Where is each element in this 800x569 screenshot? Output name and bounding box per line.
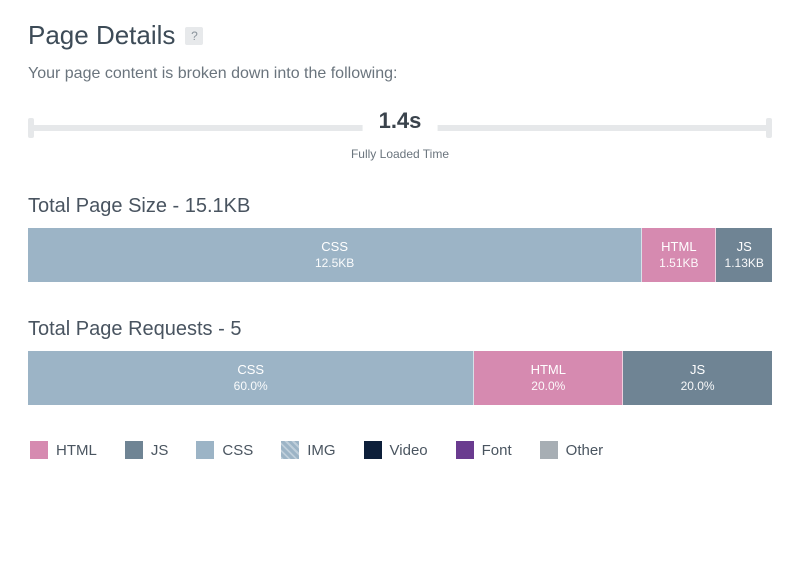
legend-label: Video	[390, 442, 428, 459]
legend-label: Other	[566, 442, 604, 459]
legend-item-font[interactable]: Font	[456, 441, 512, 459]
timeline-end-cap	[766, 118, 772, 138]
bar-segment-css[interactable]: CSS60.0%	[28, 351, 474, 405]
legend-item-html[interactable]: HTML	[30, 441, 97, 459]
legend-swatch	[456, 441, 474, 459]
legend-item-video[interactable]: Video	[364, 441, 428, 459]
segment-value: 60.0%	[234, 379, 268, 394]
legend-label: HTML	[56, 442, 97, 459]
size-section-title: Total Page Size - 15.1KB	[28, 195, 772, 218]
legend-swatch	[125, 441, 143, 459]
segment-label: CSS	[237, 362, 264, 378]
bar-segment-html[interactable]: HTML1.51KB	[642, 228, 716, 282]
bar-segment-js[interactable]: JS20.0%	[623, 351, 772, 405]
page-size-bar: CSS12.5KBHTML1.51KBJS1.13KB	[28, 228, 772, 282]
legend-label: CSS	[222, 442, 253, 459]
requests-section-title: Total Page Requests - 5	[28, 318, 772, 341]
segment-value: 20.0%	[681, 379, 715, 394]
legend-swatch	[364, 441, 382, 459]
legend-swatch	[540, 441, 558, 459]
bar-segment-js[interactable]: JS1.13KB	[716, 228, 772, 282]
segment-label: HTML	[531, 362, 566, 378]
timeline-label: 1.4s	[363, 109, 438, 133]
legend-swatch	[30, 441, 48, 459]
timeline-start-cap	[28, 118, 34, 138]
legend-item-other[interactable]: Other	[540, 441, 604, 459]
bar-segment-html[interactable]: HTML20.0%	[474, 351, 623, 405]
legend-swatch	[196, 441, 214, 459]
legend-item-css[interactable]: CSS	[196, 441, 253, 459]
legend-label: Font	[482, 442, 512, 459]
timeline-caption: Fully Loaded Time	[28, 147, 772, 161]
page-title: Page Details	[28, 20, 175, 51]
segment-value: 20.0%	[531, 379, 565, 394]
legend-label: IMG	[307, 442, 335, 459]
legend-item-img[interactable]: IMG	[281, 441, 335, 459]
load-timeline: 1.4s	[28, 115, 772, 141]
legend-swatch	[281, 441, 299, 459]
help-icon[interactable]: ?	[185, 27, 203, 45]
segment-label: CSS	[321, 239, 348, 255]
segment-value: 12.5KB	[315, 256, 354, 271]
segment-value: 1.13KB	[725, 256, 764, 271]
page-subtitle: Your page content is broken down into th…	[28, 65, 772, 83]
segment-label: HTML	[661, 239, 696, 255]
page-requests-bar: CSS60.0%HTML20.0%JS20.0%	[28, 351, 772, 405]
legend: HTML JS CSS IMG Video Font Other	[28, 441, 772, 459]
segment-label: JS	[690, 362, 705, 378]
legend-label: JS	[151, 442, 169, 459]
segment-value: 1.51KB	[659, 256, 698, 271]
timeline-value: 1.4s	[379, 109, 422, 133]
bar-segment-css[interactable]: CSS12.5KB	[28, 228, 642, 282]
legend-item-js[interactable]: JS	[125, 441, 169, 459]
segment-label: JS	[737, 239, 752, 255]
